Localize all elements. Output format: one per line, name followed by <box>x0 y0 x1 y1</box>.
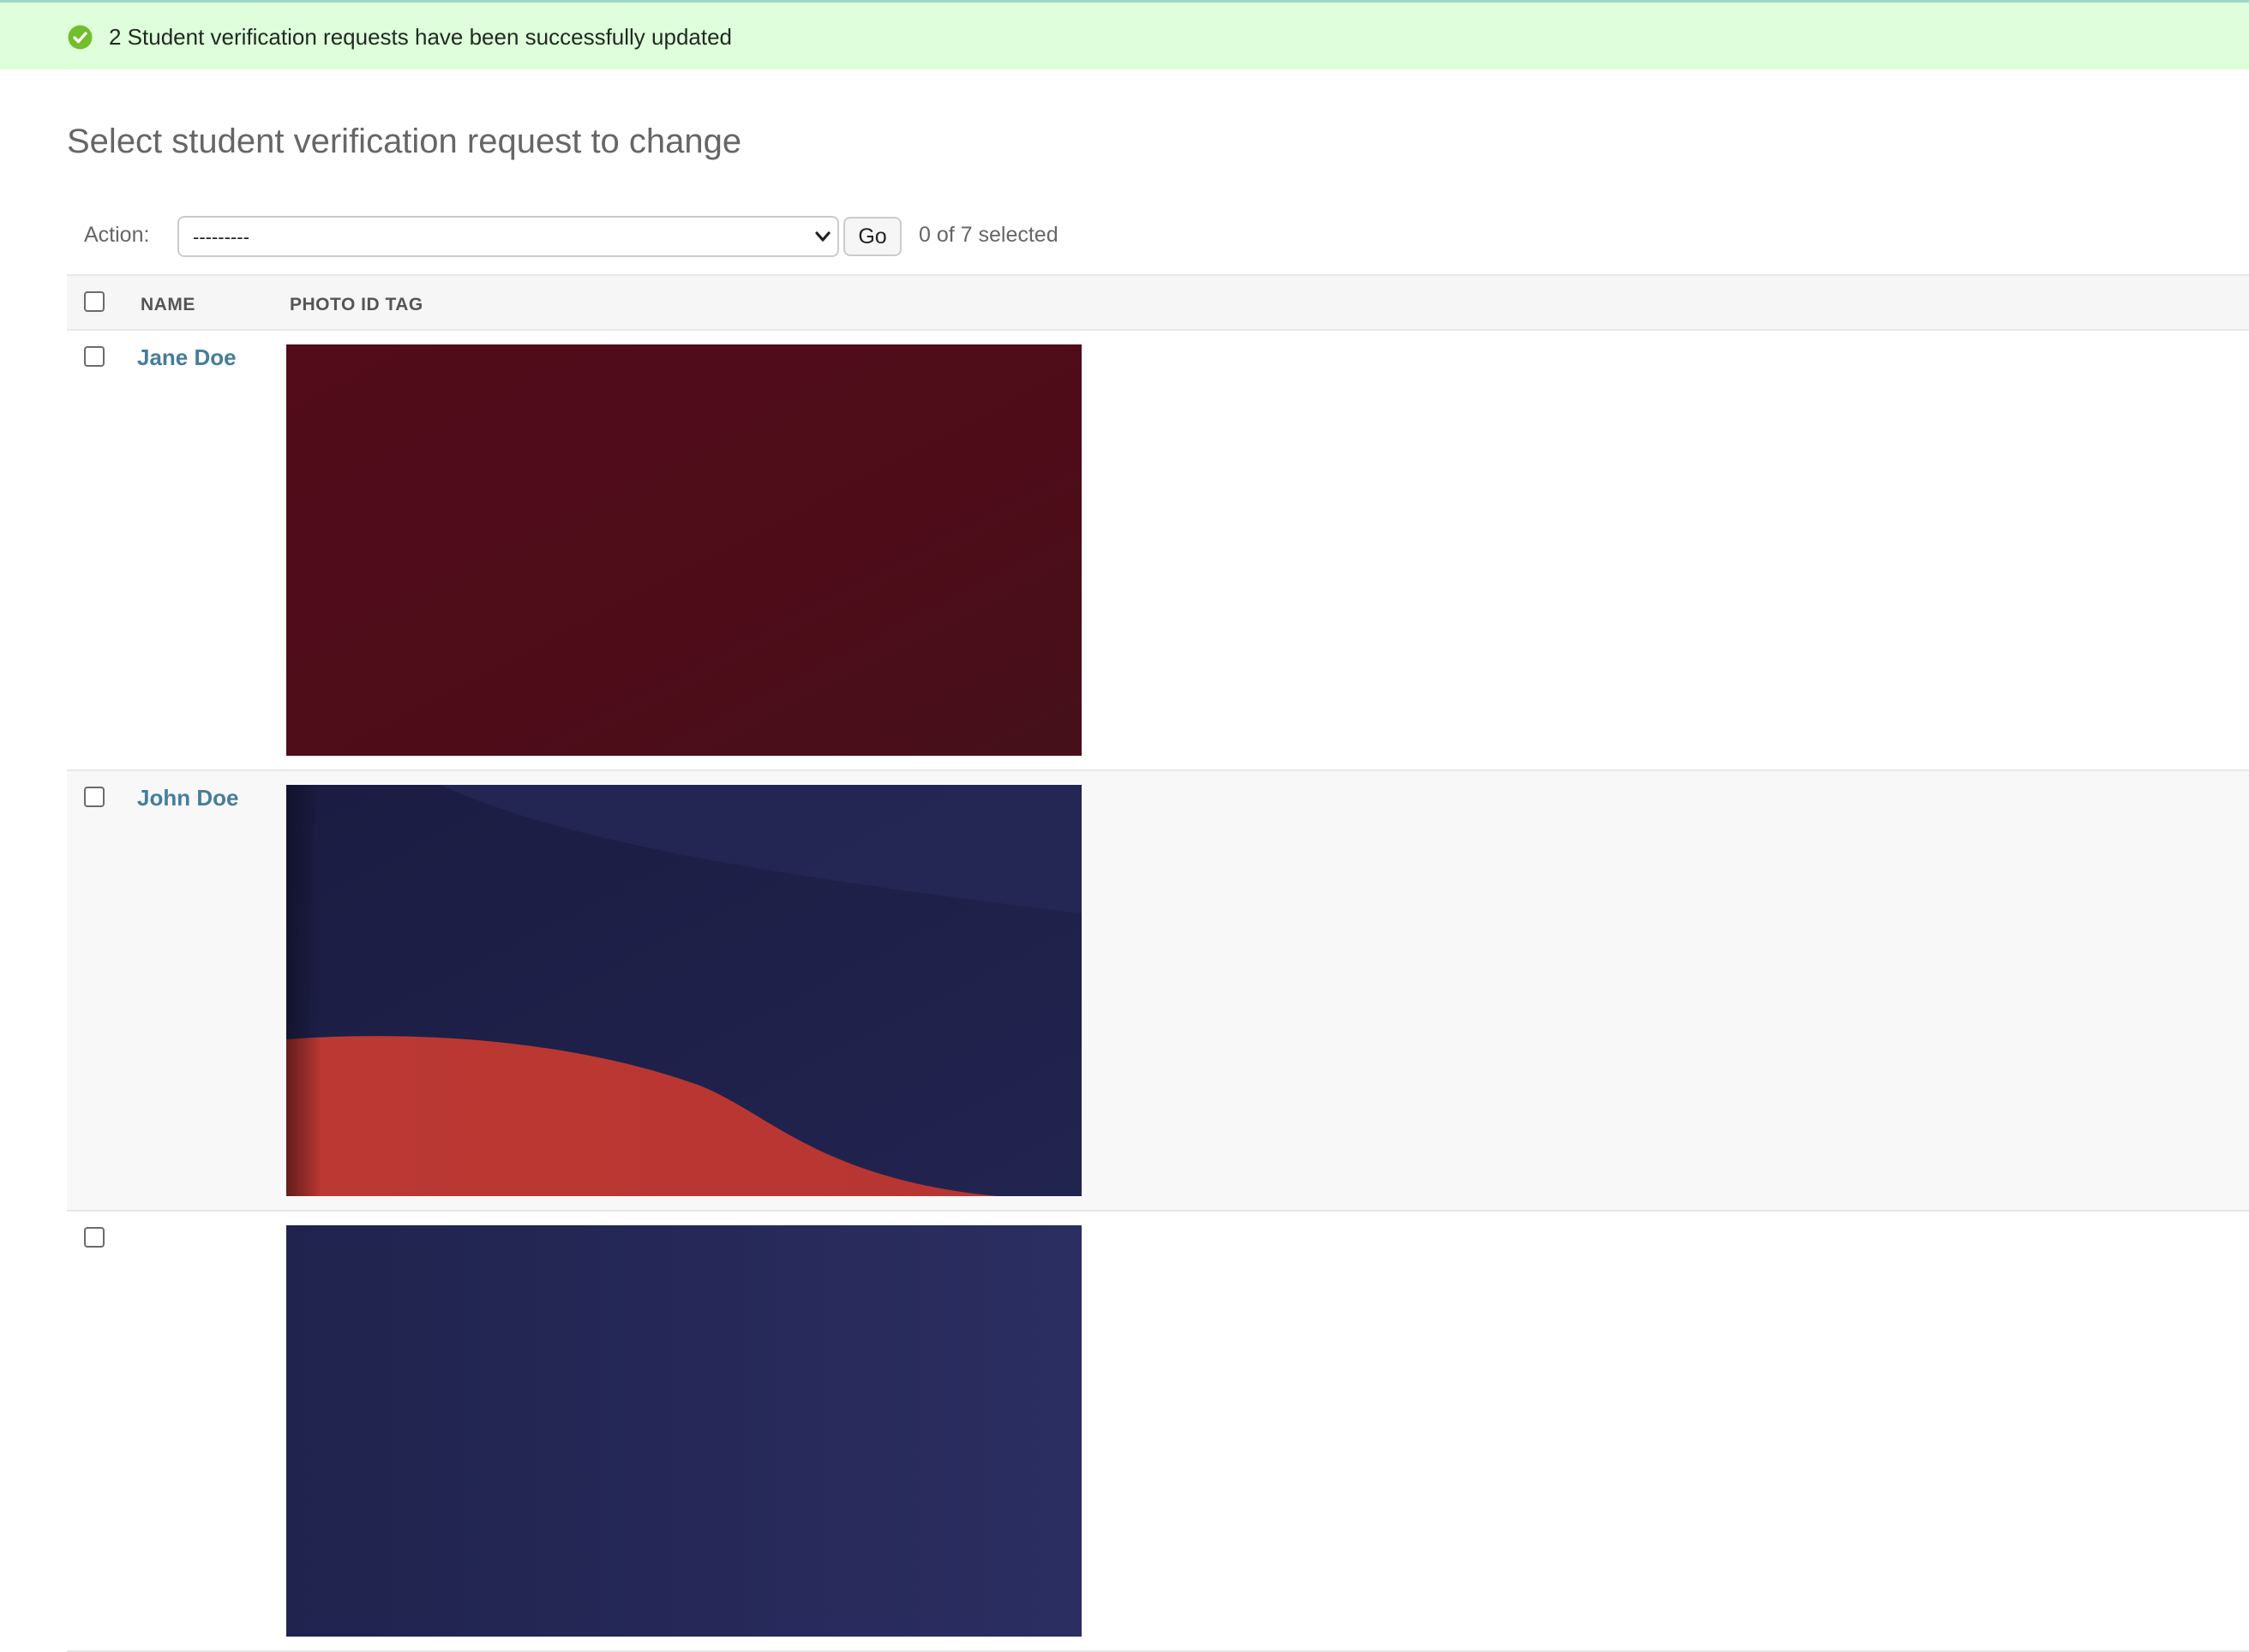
table-row: Jane Doe <box>67 331 2249 771</box>
row-checkbox[interactable] <box>84 346 105 367</box>
success-message-bar: 2 Student verification requests have bee… <box>0 3 2249 69</box>
action-label: Action: <box>84 223 150 247</box>
column-header-name[interactable]: NAME <box>141 295 195 315</box>
table-row: John Doe <box>67 771 2249 1212</box>
success-message-text: 2 Student verification requests have bee… <box>109 24 733 50</box>
go-button[interactable]: Go <box>843 217 902 256</box>
select-all-checkbox[interactable] <box>84 291 105 312</box>
action-select-value: --------- <box>193 226 249 248</box>
success-check-icon <box>68 25 93 50</box>
row-checkbox[interactable] <box>84 787 105 807</box>
table-header: NAME PHOTO ID TAG <box>67 274 2249 331</box>
row-name-link[interactable]: John Doe <box>137 785 238 811</box>
photo-id-image <box>286 1225 1082 1637</box>
photo-id-image <box>286 344 1082 756</box>
table-row <box>67 1212 2249 1652</box>
column-header-photo-id-tag[interactable]: PHOTO ID TAG <box>290 295 423 315</box>
row-name-link[interactable]: Jane Doe <box>137 344 237 371</box>
actions-bar: Action: --------- Go 0 of 7 selected <box>67 212 1095 260</box>
chevron-down-icon <box>815 231 831 242</box>
page-title: Select student verification request to c… <box>67 123 742 160</box>
selected-count: 0 of 7 selected <box>919 223 1059 247</box>
row-checkbox[interactable] <box>84 1227 105 1248</box>
photo-id-image <box>286 785 1082 1196</box>
action-select[interactable]: --------- <box>177 216 839 257</box>
